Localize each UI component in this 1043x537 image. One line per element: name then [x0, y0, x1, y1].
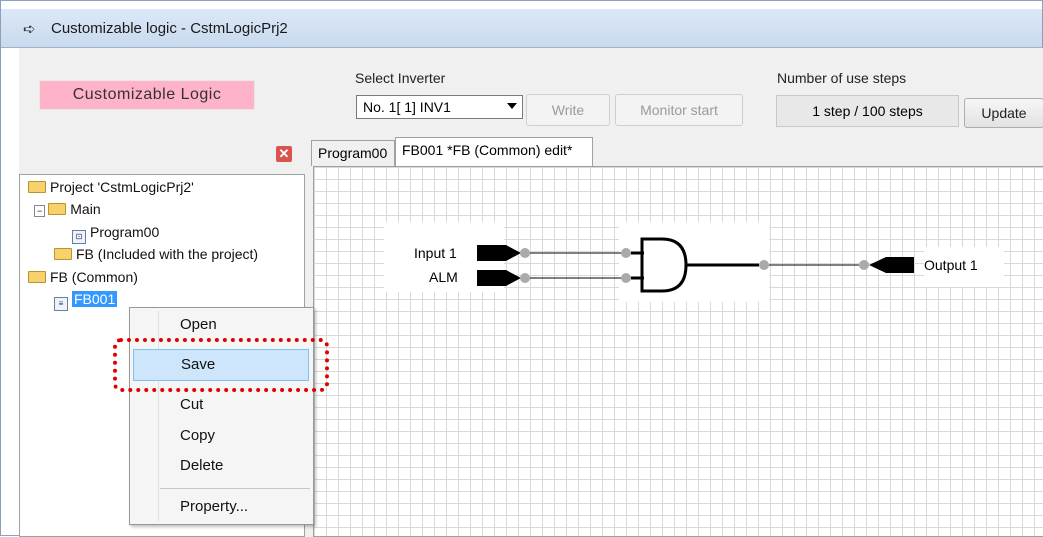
customizable-logic-label: Customizable Logic	[39, 80, 255, 110]
annotation-highlight	[113, 338, 329, 392]
tab-fb001-edit[interactable]: FB001 *FB (Common) edit*	[395, 137, 593, 166]
app-window: ➪ Customizable logic - CstmLogicPrj2 Cus…	[0, 0, 1043, 537]
write-button[interactable]: Write	[526, 94, 610, 126]
tree-item-fb-included[interactable]: FB (Included with the project)	[54, 246, 258, 262]
menu-item-property[interactable]: Property...	[130, 492, 313, 524]
tree-item-label: FB (Included with the project)	[76, 246, 259, 262]
connector-dot[interactable]	[621, 273, 631, 283]
logic-app-icon: ➪	[23, 21, 36, 38]
folder-open-icon	[28, 181, 46, 193]
program-icon: ⊡	[72, 230, 86, 244]
menu-item-label: Delete	[180, 457, 224, 474]
tree-item-label: FB (Common)	[50, 269, 138, 285]
tree-item-label: FB001	[72, 291, 118, 307]
menu-item-cut[interactable]: Cut	[130, 390, 313, 422]
tree-item-project[interactable]: Project 'CstmLogicPrj2'	[28, 179, 194, 195]
connector-dot[interactable]	[859, 260, 869, 270]
output-1-terminal[interactable]	[869, 257, 914, 273]
steps-value: 1 step / 100 steps	[776, 95, 959, 127]
chevron-down-icon[interactable]	[507, 103, 517, 109]
menu-item-label: Property...	[180, 498, 249, 515]
tree-item-fb001[interactable]: ≡ FB001	[54, 291, 118, 311]
alm-input-label: ALM	[429, 269, 458, 285]
alm-input-terminal[interactable]	[477, 270, 521, 286]
steps-label: Number of use steps	[777, 70, 907, 86]
tree-item-label: Main	[70, 201, 101, 217]
tab-program00[interactable]: Program00	[311, 140, 395, 166]
inverter-select[interactable]: No. 1[ 1] INV1	[356, 95, 523, 119]
connector-dot[interactable]	[520, 248, 530, 258]
folder-open-icon	[28, 271, 46, 283]
inverter-select-value: No. 1[ 1] INV1	[363, 99, 451, 115]
tree-item-fb-common[interactable]: FB (Common)	[28, 269, 138, 285]
folder-icon	[54, 248, 72, 260]
connector-dot[interactable]	[759, 260, 769, 270]
folder-open-icon	[48, 203, 67, 215]
connector-dot[interactable]	[520, 273, 530, 283]
title-bar: ➪ Customizable logic - CstmLogicPrj2	[1, 9, 1042, 48]
menu-separator	[160, 488, 310, 489]
tree-item-label: Project 'CstmLogicPrj2'	[50, 179, 194, 195]
update-button[interactable]: Update	[964, 98, 1043, 128]
menu-item-label: Open	[180, 316, 217, 333]
menu-item-copy[interactable]: Copy	[130, 421, 313, 453]
collapse-icon[interactable]: −	[34, 205, 46, 217]
output-1-label: Output 1	[924, 257, 978, 273]
monitor-start-button[interactable]: Monitor start	[615, 94, 743, 126]
logic-diagram: Input 1 ALM Output 1	[384, 222, 1004, 302]
input-1-label: Input 1	[414, 245, 457, 261]
tree-item-label: Program00	[90, 224, 160, 240]
menu-item-label: Cut	[180, 396, 204, 413]
menu-item-delete[interactable]: Delete	[130, 451, 313, 483]
close-icon[interactable]: ✕	[276, 146, 292, 162]
input-1-terminal[interactable]	[477, 245, 521, 261]
select-inverter-label: Select Inverter	[355, 70, 446, 86]
logic-editor-canvas[interactable]: Input 1 ALM Output 1	[313, 166, 1043, 537]
menu-item-label: Copy	[180, 427, 216, 444]
tree-item-main[interactable]: − Main	[34, 201, 101, 217]
window-title: Customizable logic - CstmLogicPrj2	[51, 20, 288, 37]
connector-dot[interactable]	[621, 248, 631, 258]
function-block-icon: ≡	[54, 297, 68, 311]
tree-item-program00[interactable]: ⊡ Program00	[72, 224, 159, 244]
